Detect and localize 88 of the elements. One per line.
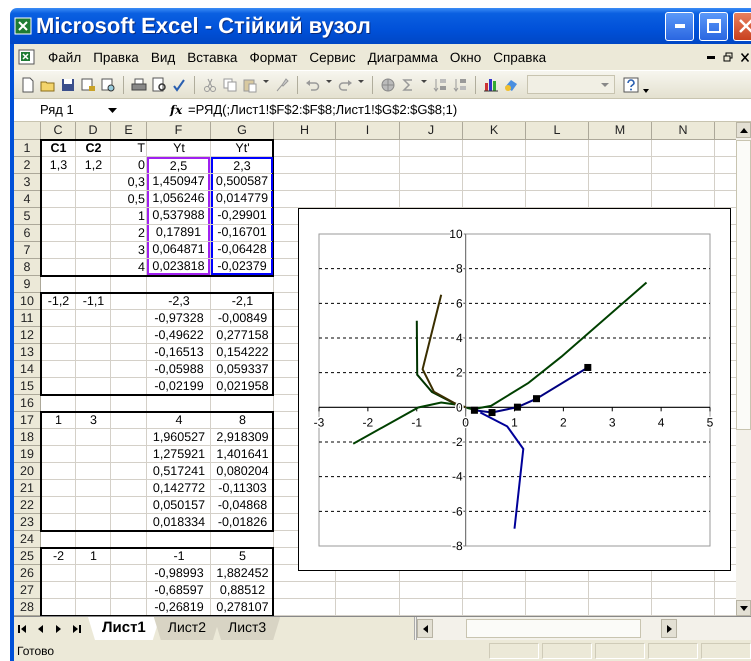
table-cell-text: 4 <box>174 412 184 429</box>
table-cell-text: 5 <box>238 548 247 565</box>
table-cell: 2,3 <box>211 157 273 173</box>
table-cell-text: C1 <box>50 140 68 157</box>
tick-label: 2 <box>456 366 463 380</box>
table-cell-text: 8 <box>238 412 247 429</box>
table-cell: -0,02379 <box>211 259 273 275</box>
table-cell-text: -0,01826 <box>216 514 268 531</box>
table-cell-text: -0,05988 <box>153 361 205 378</box>
table-cell-text: C2 <box>84 140 102 157</box>
tick-label: -8 <box>452 539 463 553</box>
table-cell-text: -0,26819 <box>153 599 205 616</box>
table-cell-text: 1,275921 <box>152 446 206 463</box>
table-cell-text: -2,1 <box>230 293 254 310</box>
table-cell: 0,064871 <box>147 242 210 258</box>
tick-label: 0 <box>462 415 469 430</box>
table-cell-text: -0,68597 <box>153 582 205 599</box>
table-cell-text: -0,11303 <box>217 480 268 497</box>
table-cell-text: -2,3 <box>167 293 191 310</box>
tick-label: 6 <box>456 296 463 310</box>
tick-label: 5 <box>706 415 714 430</box>
tick-label: -4 <box>452 470 463 484</box>
table-cell-text: 3 <box>89 412 98 429</box>
table-cell-text: -0,00849 <box>216 310 268 327</box>
table-cell-text: -0,98993 <box>153 565 205 582</box>
table-cell-text: 1 <box>137 208 146 225</box>
table-cell: 0,014779 <box>211 191 273 207</box>
table-cell: -0,29901 <box>211 208 273 224</box>
table-cell: 0,17891 <box>147 225 210 241</box>
tick-label: 3 <box>608 415 616 430</box>
table-cell-text: 0,018334 <box>152 514 206 531</box>
table-cell-text: 0,021958 <box>215 378 270 395</box>
table-cell-text: 0,517241 <box>152 463 206 480</box>
table-cell-text: 1 <box>54 412 63 429</box>
table-cell-text: 2 <box>137 225 146 242</box>
table-cell-text: 1 <box>89 548 98 565</box>
table-cell-text: -0,04868 <box>216 497 268 514</box>
table-cell-text: 0,080204 <box>215 463 270 480</box>
table-cell: 1,450947 <box>147 174 210 190</box>
table-cell: 0,500587 <box>211 174 273 190</box>
table-cell: 2,5 <box>147 157 210 173</box>
table-cell-text: 0,154222 <box>215 344 270 361</box>
tick-label: 10 <box>449 227 463 241</box>
table-cell-text: 0,278107 <box>215 599 270 616</box>
table-cell-text: 1,882452 <box>215 565 270 582</box>
table-cell-text: T <box>136 140 146 157</box>
table-cell-text: 0,059337 <box>215 361 270 378</box>
table-cell: -0,16701 <box>211 225 273 241</box>
table-cell-text: -0,02199 <box>153 378 205 395</box>
table-cell-text: 1,2 <box>84 157 104 174</box>
table-cell-text: -0,16513 <box>153 344 205 361</box>
table-cell-text: 0,142772 <box>152 480 206 497</box>
table-cell-text: -0,49622 <box>153 327 205 344</box>
table-cell-text: 1,401641 <box>215 446 270 463</box>
tick-label: -6 <box>452 504 463 518</box>
table-cell-text: -0,97328 <box>153 310 205 327</box>
table-cell-text: -1 <box>172 548 186 565</box>
window-title: Microsoft Excel - Стійкий вузол <box>36 13 371 39</box>
tick-label: 8 <box>456 262 463 276</box>
table-cell-text: Yt' <box>234 140 251 157</box>
tick-label: 4 <box>658 415 664 430</box>
tick-label: -1 <box>411 415 422 430</box>
table-cell-text: 0,3 <box>126 174 146 191</box>
table-cell-text: 1,960527 <box>152 429 206 446</box>
table-cell: 0,537988 <box>147 208 210 224</box>
table-cell-text: 0,277158 <box>215 327 270 344</box>
table-cell-text: 4 <box>137 259 146 276</box>
tick-label: -3 <box>314 415 324 430</box>
table-cell-text: 0 <box>137 157 146 174</box>
tick-label: 2 <box>560 415 567 430</box>
table-cell-text: 2,918309 <box>215 429 270 446</box>
tick-label: -2 <box>452 435 463 449</box>
table-cell-text: 1,3 <box>48 157 68 174</box>
table-cell-text: -1,2 <box>46 293 70 310</box>
tick-label: 4 <box>456 331 463 345</box>
table-cell: -0,06428 <box>211 242 273 258</box>
table-cell-text: Yt <box>172 140 186 157</box>
tick-label: 1 <box>511 415 518 430</box>
table-cell-text: 0,5 <box>126 191 146 208</box>
table-cell-text: 3 <box>137 242 146 259</box>
table-cell: 0,023818 <box>147 259 210 275</box>
table-cell-text: -2 <box>52 548 66 565</box>
table-cell-text: 0,88512 <box>218 582 266 599</box>
status-text: Готово <box>17 644 54 658</box>
table-cell-text: -1,1 <box>82 293 106 310</box>
table-cell-text: 0,050157 <box>152 497 206 514</box>
tick-label: -2 <box>362 415 374 430</box>
table-cell: 1,056246 <box>147 191 210 207</box>
